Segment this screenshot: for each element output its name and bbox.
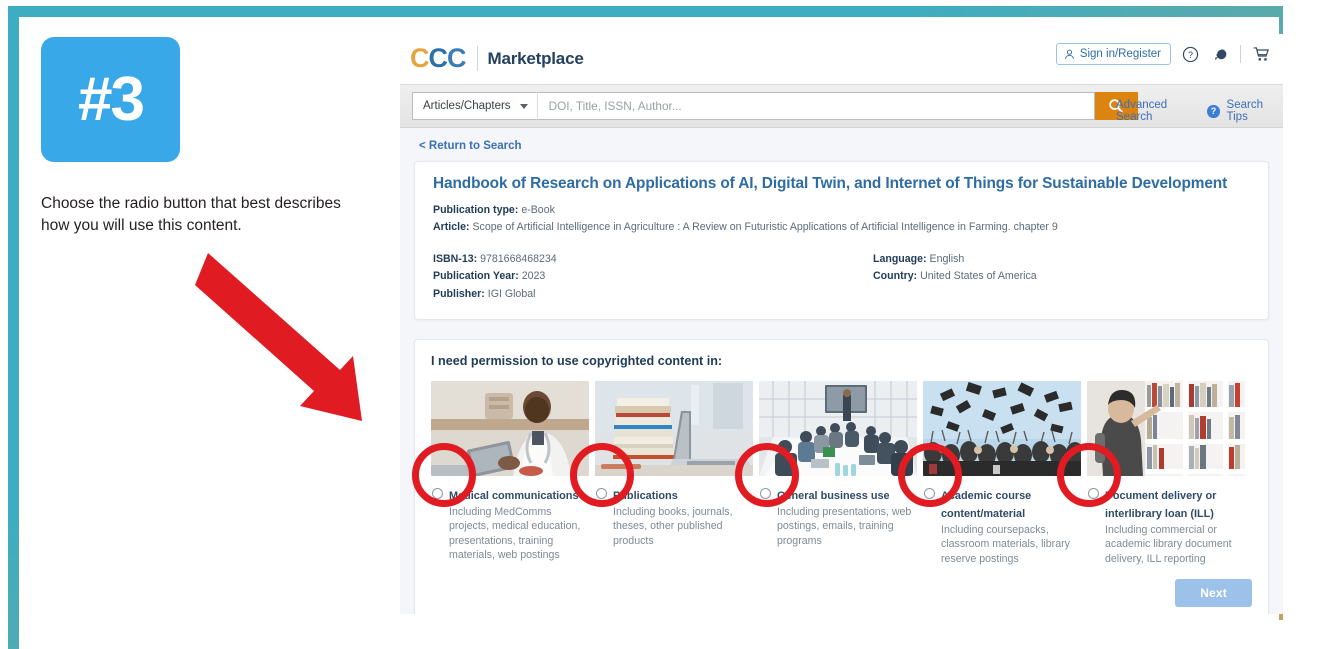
next-button-row: Next <box>431 579 1252 607</box>
publication-details: ISBN-13: 9781668468234 Publication Year:… <box>433 251 1250 302</box>
return-to-search-link[interactable]: < Return to Search <box>419 140 1269 152</box>
permission-option-row: Medical communications Including MedComm… <box>431 486 589 563</box>
sign-in-label: Sign in/Register <box>1079 48 1161 60</box>
logo-divider <box>476 46 478 71</box>
frame-mask <box>1283 0 1334 649</box>
option-label: Publications <box>613 489 678 502</box>
option-label: General business use <box>777 489 890 502</box>
permission-option-business[interactable]: General business use Including presentat… <box>759 380 917 566</box>
header-actions: Sign in/Register ? <box>1055 43 1271 65</box>
publication-details-right: Language: English Country: United States… <box>873 251 1037 302</box>
permission-option-row: Academic course content/material Includi… <box>923 486 1081 566</box>
radio-medical-communications[interactable] <box>432 487 443 499</box>
meta-label: Publication type: <box>433 204 519 216</box>
permission-option-publications[interactable]: Publications Including books, journals, … <box>595 380 753 566</box>
radio-general-business-use[interactable] <box>760 487 771 499</box>
permission-option-row: Publications Including books, journals, … <box>595 486 753 548</box>
permission-options: Medical communications Including MedComm… <box>431 380 1252 566</box>
detail-value: 9781668468234 <box>480 253 557 266</box>
detail-label: Country: <box>873 270 918 283</box>
option-description: Including books, journals, theses, other… <box>613 505 733 547</box>
next-button[interactable]: Next <box>1175 579 1252 607</box>
shopping-cart-icon[interactable] <box>1252 45 1271 63</box>
frame-mask-bottom <box>120 620 1334 649</box>
publication-details-left: ISBN-13: 9781668468234 Publication Year:… <box>433 251 873 302</box>
permission-option-academic[interactable]: Academic course content/material Includi… <box>923 380 1081 566</box>
step-badge: #3 <box>41 37 180 162</box>
help-circle-icon[interactable]: ? <box>1182 46 1199 63</box>
detail-value: 2023 <box>521 270 546 283</box>
permission-option-document-delivery[interactable]: Document delivery or interlibrary loan (… <box>1087 380 1245 566</box>
publication-card: Handbook of Research on Applications of … <box>414 161 1269 320</box>
meta-value: e-Book <box>521 204 555 216</box>
logo-letter-2: C <box>428 43 448 73</box>
detail-row: Country: United States of America <box>873 268 1037 285</box>
svg-text:?: ? <box>1188 50 1193 60</box>
business-meeting-photo <box>759 380 917 476</box>
instruction-text: Choose the radio button that best descri… <box>41 195 341 234</box>
header-divider <box>1240 45 1241 63</box>
radio-document-delivery-ill[interactable] <box>1088 487 1099 499</box>
detail-label: ISBN-13: <box>433 253 478 266</box>
radio-academic-course-content[interactable] <box>924 487 935 499</box>
logo-letter-1: C <box>410 43 429 73</box>
detail-row: Publication Year: 2023 <box>433 268 873 285</box>
option-label: Academic course content/material <box>941 489 1032 520</box>
graduation-caps-photo <box>923 380 1081 476</box>
library-bookshelf-photo <box>1087 380 1245 476</box>
browser-screenshot: C C C Marketplace Sign in/Register ? Art… <box>400 34 1283 614</box>
search-links: Advanced Search ? Search Tips <box>1116 99 1283 123</box>
meta-label: Article: <box>433 221 470 234</box>
option-label: Document delivery or interlibrary loan (… <box>1105 489 1217 520</box>
doctor-with-tablet-photo <box>431 380 589 476</box>
permission-option-row: Document delivery or interlibrary loan (… <box>1087 486 1245 566</box>
permission-option-row: General business use Including presentat… <box>759 486 917 548</box>
advanced-search-link[interactable]: Advanced Search <box>1116 99 1200 123</box>
sign-in-register-button[interactable]: Sign in/Register <box>1055 43 1171 65</box>
person-icon <box>1064 49 1075 60</box>
search-input[interactable]: DOI, Title, ISSN, Author... <box>536 92 1095 120</box>
permission-card: I need permission to use copyrighted con… <box>414 338 1269 614</box>
chevron-down-icon <box>519 103 528 109</box>
page-root: #3 Choose the radio button that best des… <box>0 0 1334 649</box>
detail-value: English <box>929 253 965 266</box>
meta-value: Scope of Artificial Intelligence in Agri… <box>472 221 1058 234</box>
detail-label: Publication Year: <box>433 270 519 283</box>
search-scope-value: Articles/Chapters <box>423 100 511 112</box>
chat-bubbles-icon[interactable] <box>1210 46 1229 63</box>
permission-option-medical[interactable]: Medical communications Including MedComm… <box>431 380 589 566</box>
search-tips-help-icon: ? <box>1207 104 1220 118</box>
ccc-logo[interactable]: C C C Marketplace <box>410 45 584 72</box>
detail-value: United States of America <box>920 270 1037 283</box>
search-tips-link[interactable]: Search Tips <box>1227 99 1283 123</box>
detail-label: Publisher: <box>433 287 485 300</box>
detail-value: IGI Global <box>487 287 536 300</box>
search-bar: Articles/Chapters DOI, Title, ISSN, Auth… <box>400 84 1283 128</box>
detail-row: Language: English <box>873 251 1037 268</box>
meta-row: Publication type: e-Book <box>433 202 1250 219</box>
site-header: C C C Marketplace Sign in/Register ? <box>400 34 1283 84</box>
search-controls: Articles/Chapters DOI, Title, ISSN, Auth… <box>412 92 1138 120</box>
page-body: < Return to Search Handbook of Research … <box>400 128 1283 614</box>
detail-row: Publisher: IGI Global <box>433 286 873 303</box>
logo-wordmark: Marketplace <box>487 48 584 68</box>
search-scope-select[interactable]: Articles/Chapters <box>412 92 537 120</box>
permission-heading: I need permission to use copyrighted con… <box>431 353 723 368</box>
option-description: Including presentations, web postings, e… <box>777 505 912 547</box>
option-description: Including MedComms projects, medical edu… <box>449 505 581 561</box>
option-description: Including coursepacks, classroom materia… <box>941 523 1070 565</box>
detail-row: ISBN-13: 9781668468234 <box>433 251 873 268</box>
stack-of-books-and-laptop-photo <box>595 380 753 476</box>
meta-row: Article: Scope of Artificial Intelligenc… <box>433 219 1250 236</box>
publication-meta: Publication type: e-Book Article: Scope … <box>433 202 1250 236</box>
publication-title: Handbook of Research on Applications of … <box>433 175 1228 192</box>
logo-letter-3: C <box>447 43 466 73</box>
radio-publications[interactable] <box>596 487 607 499</box>
option-description: Including commercial or academic library… <box>1105 523 1232 565</box>
option-label: Medical communications <box>449 489 579 502</box>
detail-label: Language: <box>873 253 927 266</box>
